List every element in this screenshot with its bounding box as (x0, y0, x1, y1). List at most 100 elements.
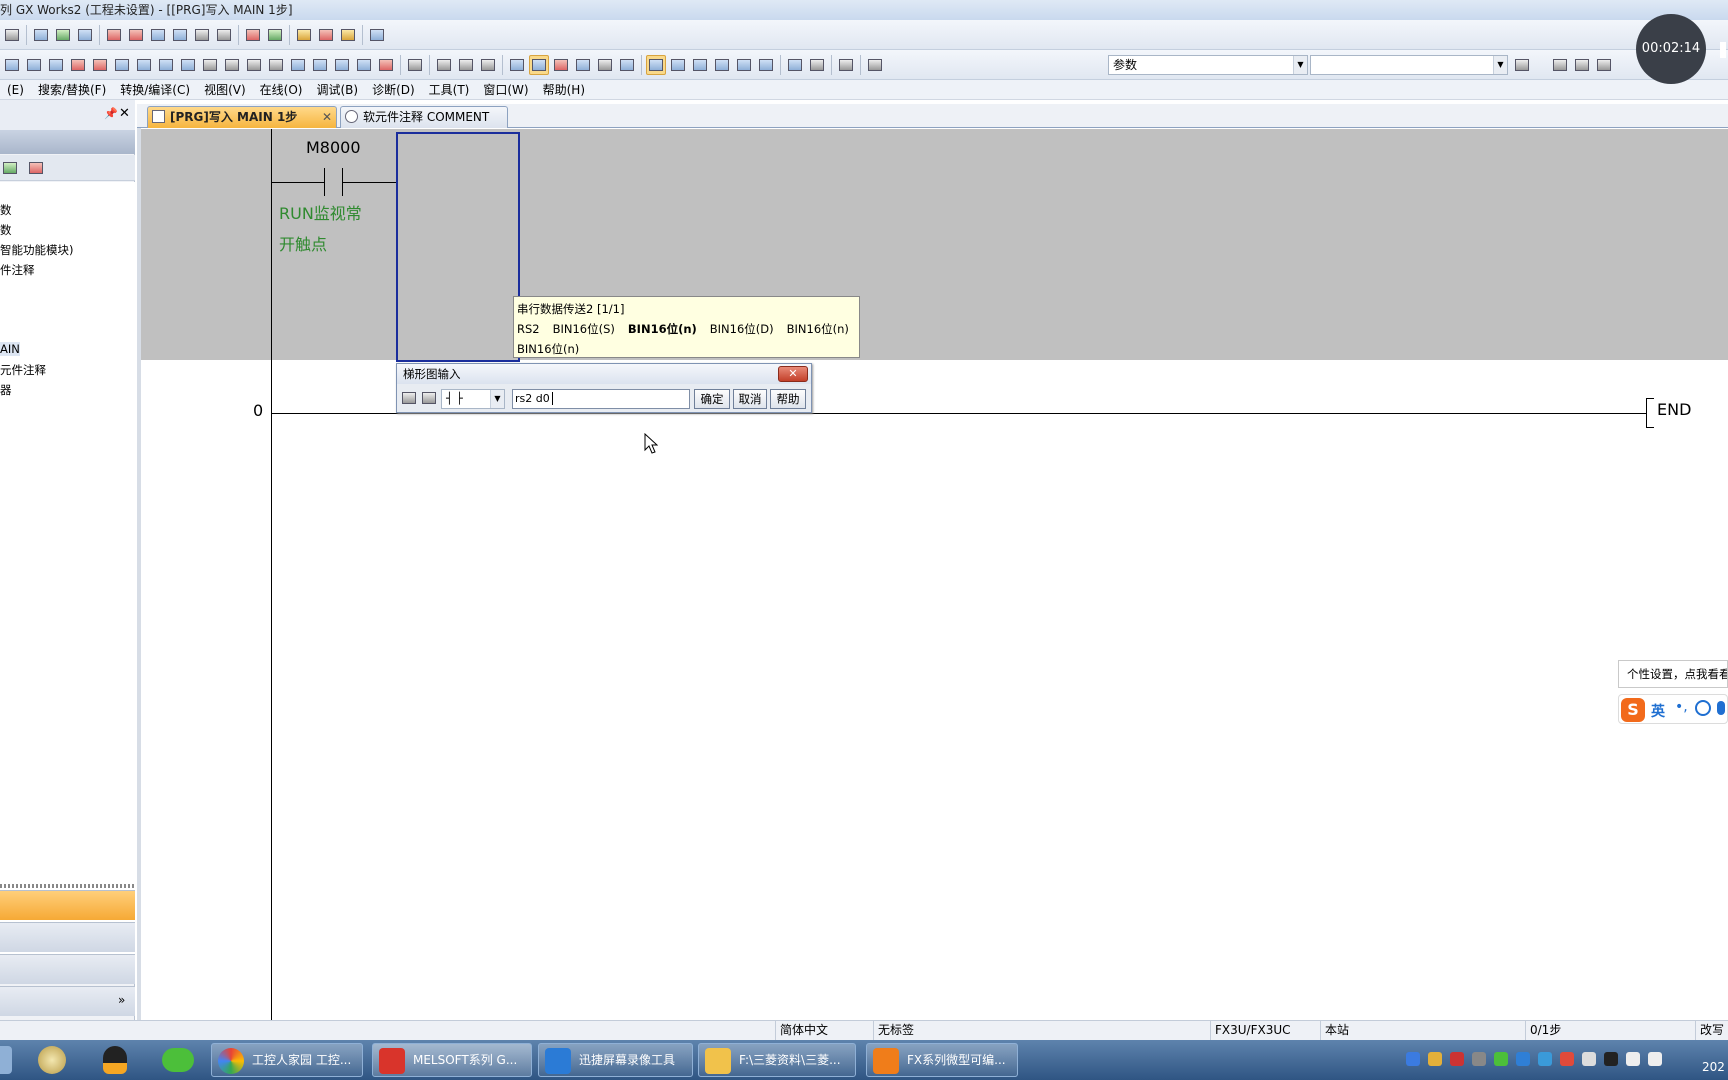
ladder-zoom-icon[interactable] (405, 55, 425, 75)
splitter-grip[interactable] (0, 884, 135, 888)
zoom-search-icon[interactable] (617, 55, 637, 75)
taskbar-clock[interactable]: 202 (1702, 1060, 1725, 1074)
project-tree-toggle-icon[interactable] (646, 55, 666, 75)
close-contact-icon[interactable] (24, 55, 44, 75)
menu-diagnostics[interactable]: 诊断(D) (365, 81, 422, 98)
ime-mode[interactable]: 英 (1651, 701, 1665, 721)
align-vertical-icon[interactable] (1572, 55, 1592, 75)
comment-edit-icon[interactable] (316, 25, 336, 45)
undo-icon[interactable] (2, 25, 22, 45)
device-use-icon[interactable] (756, 55, 776, 75)
emoji-icon[interactable] (1695, 700, 1711, 716)
monitor-mode-icon[interactable] (551, 55, 571, 75)
close-tab-icon[interactable]: ✕ (322, 107, 332, 127)
batch-monitor-icon[interactable] (192, 25, 212, 45)
tray-recorder-icon[interactable] (1516, 1052, 1530, 1066)
falling-edge-closed-icon[interactable] (178, 55, 198, 75)
tray-security-icon[interactable] (1450, 1052, 1464, 1066)
chevron-double-right-icon[interactable]: » (118, 993, 125, 1007)
align-horizontal-icon[interactable] (1594, 55, 1614, 75)
device-list-icon[interactable] (734, 55, 754, 75)
tree-item-main[interactable]: AIN (0, 342, 20, 356)
rising-edge-closed-icon[interactable] (156, 55, 176, 75)
operation-result-rise-icon[interactable] (288, 55, 308, 75)
tray-usb-icon[interactable] (1582, 1052, 1596, 1066)
tray-wechat-icon[interactable] (1494, 1052, 1508, 1066)
ime-settings-tip[interactable]: 个性设置，点我看看 (1618, 660, 1728, 688)
tray-app-icon[interactable] (1428, 1052, 1442, 1066)
parallel-falling-icon[interactable] (222, 55, 242, 75)
search-combo[interactable]: ▼ (1310, 55, 1508, 75)
simulation-stop-icon[interactable] (265, 25, 285, 45)
recorder-timer[interactable]: 00:02:14 (1636, 14, 1706, 84)
help-icon[interactable] (836, 55, 856, 75)
menu-search-replace[interactable]: 搜索/替换(F) (31, 81, 113, 98)
instruction-list-icon[interactable] (400, 389, 418, 407)
menu-convert-compile[interactable]: 转换/编译(C) (113, 81, 197, 98)
verify-plc-icon[interactable] (75, 25, 95, 45)
taskbar-item-browser[interactable]: 工控人家园 工控... (211, 1043, 363, 1077)
search-device-icon[interactable] (170, 25, 190, 45)
wechat-app-icon[interactable] (162, 1048, 194, 1072)
punctuation-icon[interactable]: •, (1675, 699, 1688, 715)
nav-section-more[interactable]: » (0, 986, 135, 1016)
dialog-close-button[interactable]: ✕ (778, 366, 808, 382)
dialog-title-bar[interactable]: 梯形图输入 ✕ (397, 364, 811, 384)
menu-help[interactable]: 帮助(H) (536, 81, 592, 98)
tray-qq-icon[interactable] (1604, 1052, 1618, 1066)
menu-edit[interactable]: (E) (0, 83, 31, 97)
close-icon[interactable]: ✕ (119, 106, 130, 121)
device-search-icon[interactable] (507, 55, 527, 75)
new-data-icon[interactable] (26, 158, 46, 178)
application-instruction-icon[interactable] (376, 55, 396, 75)
operation-result-fall-icon[interactable] (310, 55, 330, 75)
parallel-rising-icon[interactable] (200, 55, 220, 75)
cancel-button[interactable]: 取消 (733, 389, 767, 409)
tray-device-icon[interactable] (1472, 1052, 1486, 1066)
symbol-select[interactable]: ┤ ├ ▼ (441, 389, 505, 409)
tree-item[interactable]: 智能功能模块) (0, 242, 74, 258)
edit-mode-icon[interactable] (294, 25, 314, 45)
refresh-icon[interactable] (0, 158, 20, 178)
batch-stop-icon[interactable] (214, 25, 234, 45)
menu-tools[interactable]: 工具(T) (422, 81, 477, 98)
write-to-plc-icon[interactable] (53, 25, 73, 45)
tree-item[interactable]: 器 (0, 382, 12, 398)
watch-icon[interactable] (785, 55, 805, 75)
volume-icon[interactable] (1626, 1052, 1640, 1066)
parallel-rising-closed-icon[interactable] (244, 55, 264, 75)
menu-view[interactable]: 视图(V) (197, 81, 253, 98)
sogou-logo-icon[interactable]: S (1621, 698, 1645, 722)
delete-vertical-icon[interactable] (90, 55, 110, 75)
open-contact-icon[interactable] (2, 55, 22, 75)
taskbar-item-folder[interactable]: F:\三菱资料\三菱... (698, 1043, 856, 1077)
simulation-start-icon[interactable] (243, 25, 263, 45)
ok-button[interactable]: 确定 (694, 389, 730, 409)
rising-edge-icon[interactable] (112, 55, 132, 75)
chevron-down-icon[interactable]: ▼ (490, 390, 504, 408)
diagnostic-icon[interactable] (807, 55, 827, 75)
tray-antivirus-icon[interactable] (1560, 1052, 1574, 1066)
read-mode-icon[interactable] (595, 55, 615, 75)
parallel-falling-closed-icon[interactable] (266, 55, 286, 75)
tree-item[interactable]: 件注释 (0, 262, 35, 278)
note-icon[interactable] (478, 55, 498, 75)
nav-section-connection[interactable] (0, 954, 135, 984)
comment-icon[interactable] (434, 55, 454, 75)
write-mode-icon[interactable] (529, 55, 549, 75)
start-button[interactable] (0, 1046, 12, 1074)
tree-item[interactable]: 数 (0, 222, 12, 238)
tray-network-icon[interactable] (1538, 1052, 1552, 1066)
tab-device-comment[interactable]: 软元件注释 COMMENT (340, 106, 508, 128)
tree-item[interactable]: 数 (0, 202, 12, 218)
display-options-icon[interactable] (367, 25, 387, 45)
action-center-icon[interactable] (1648, 1052, 1662, 1066)
paint-app-icon[interactable] (38, 1046, 66, 1074)
tree-item[interactable]: 元件注释 (0, 362, 46, 378)
device-batch-icon[interactable] (712, 55, 732, 75)
invert-icon[interactable] (332, 55, 352, 75)
instruction-input[interactable]: rs2 d0 (512, 389, 690, 409)
monitor-write-mode-icon[interactable] (573, 55, 593, 75)
pause-icon[interactable] (1720, 42, 1726, 58)
delete-line-icon[interactable] (68, 55, 88, 75)
